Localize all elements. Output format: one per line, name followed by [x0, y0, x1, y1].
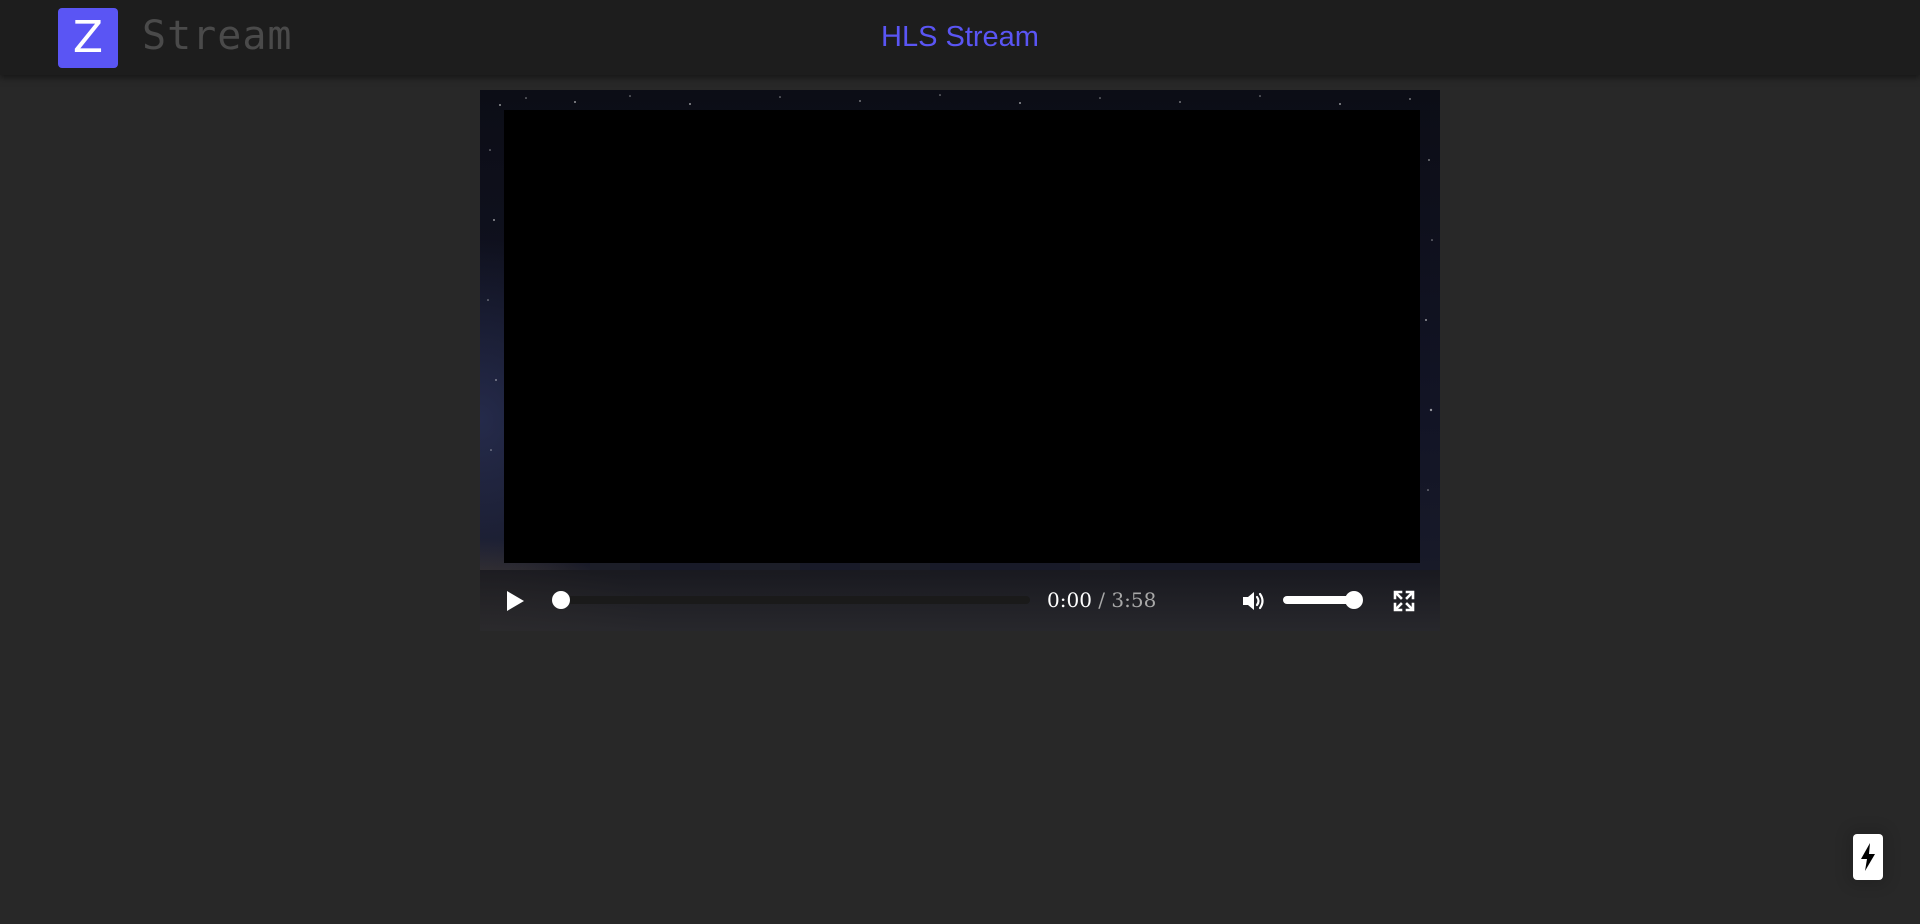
fullscreen-button[interactable] [1388, 585, 1420, 617]
volume-up-icon [1243, 592, 1264, 610]
mute-button[interactable] [1238, 586, 1270, 616]
time-separator: / [1098, 588, 1106, 612]
video-surface[interactable] [504, 110, 1420, 563]
play-icon [507, 591, 524, 611]
seek-bar[interactable] [552, 591, 1030, 609]
fullscreen-icon [1393, 590, 1415, 612]
volume-slider[interactable] [1283, 591, 1363, 609]
quick-action-button[interactable] [1853, 834, 1883, 880]
volume-slider-thumb[interactable] [1345, 591, 1363, 609]
play-button[interactable] [498, 584, 532, 618]
volume-slider-fill [1283, 596, 1354, 604]
duration: 3:58 [1111, 588, 1157, 612]
seek-bar-thumb[interactable] [552, 591, 570, 609]
lightning-bolt-icon [1861, 843, 1875, 871]
page-title: HLS Stream [881, 21, 1039, 53]
current-time: 0:00 [1047, 588, 1092, 612]
player-controls: 0:00 / 3:58 [480, 570, 1440, 631]
top-navbar: Z Stream HLS Stream [0, 0, 1920, 75]
video-player[interactable]: 0:00 / 3:58 [480, 90, 1440, 631]
time-display: 0:00 / 3:58 [1047, 587, 1156, 613]
